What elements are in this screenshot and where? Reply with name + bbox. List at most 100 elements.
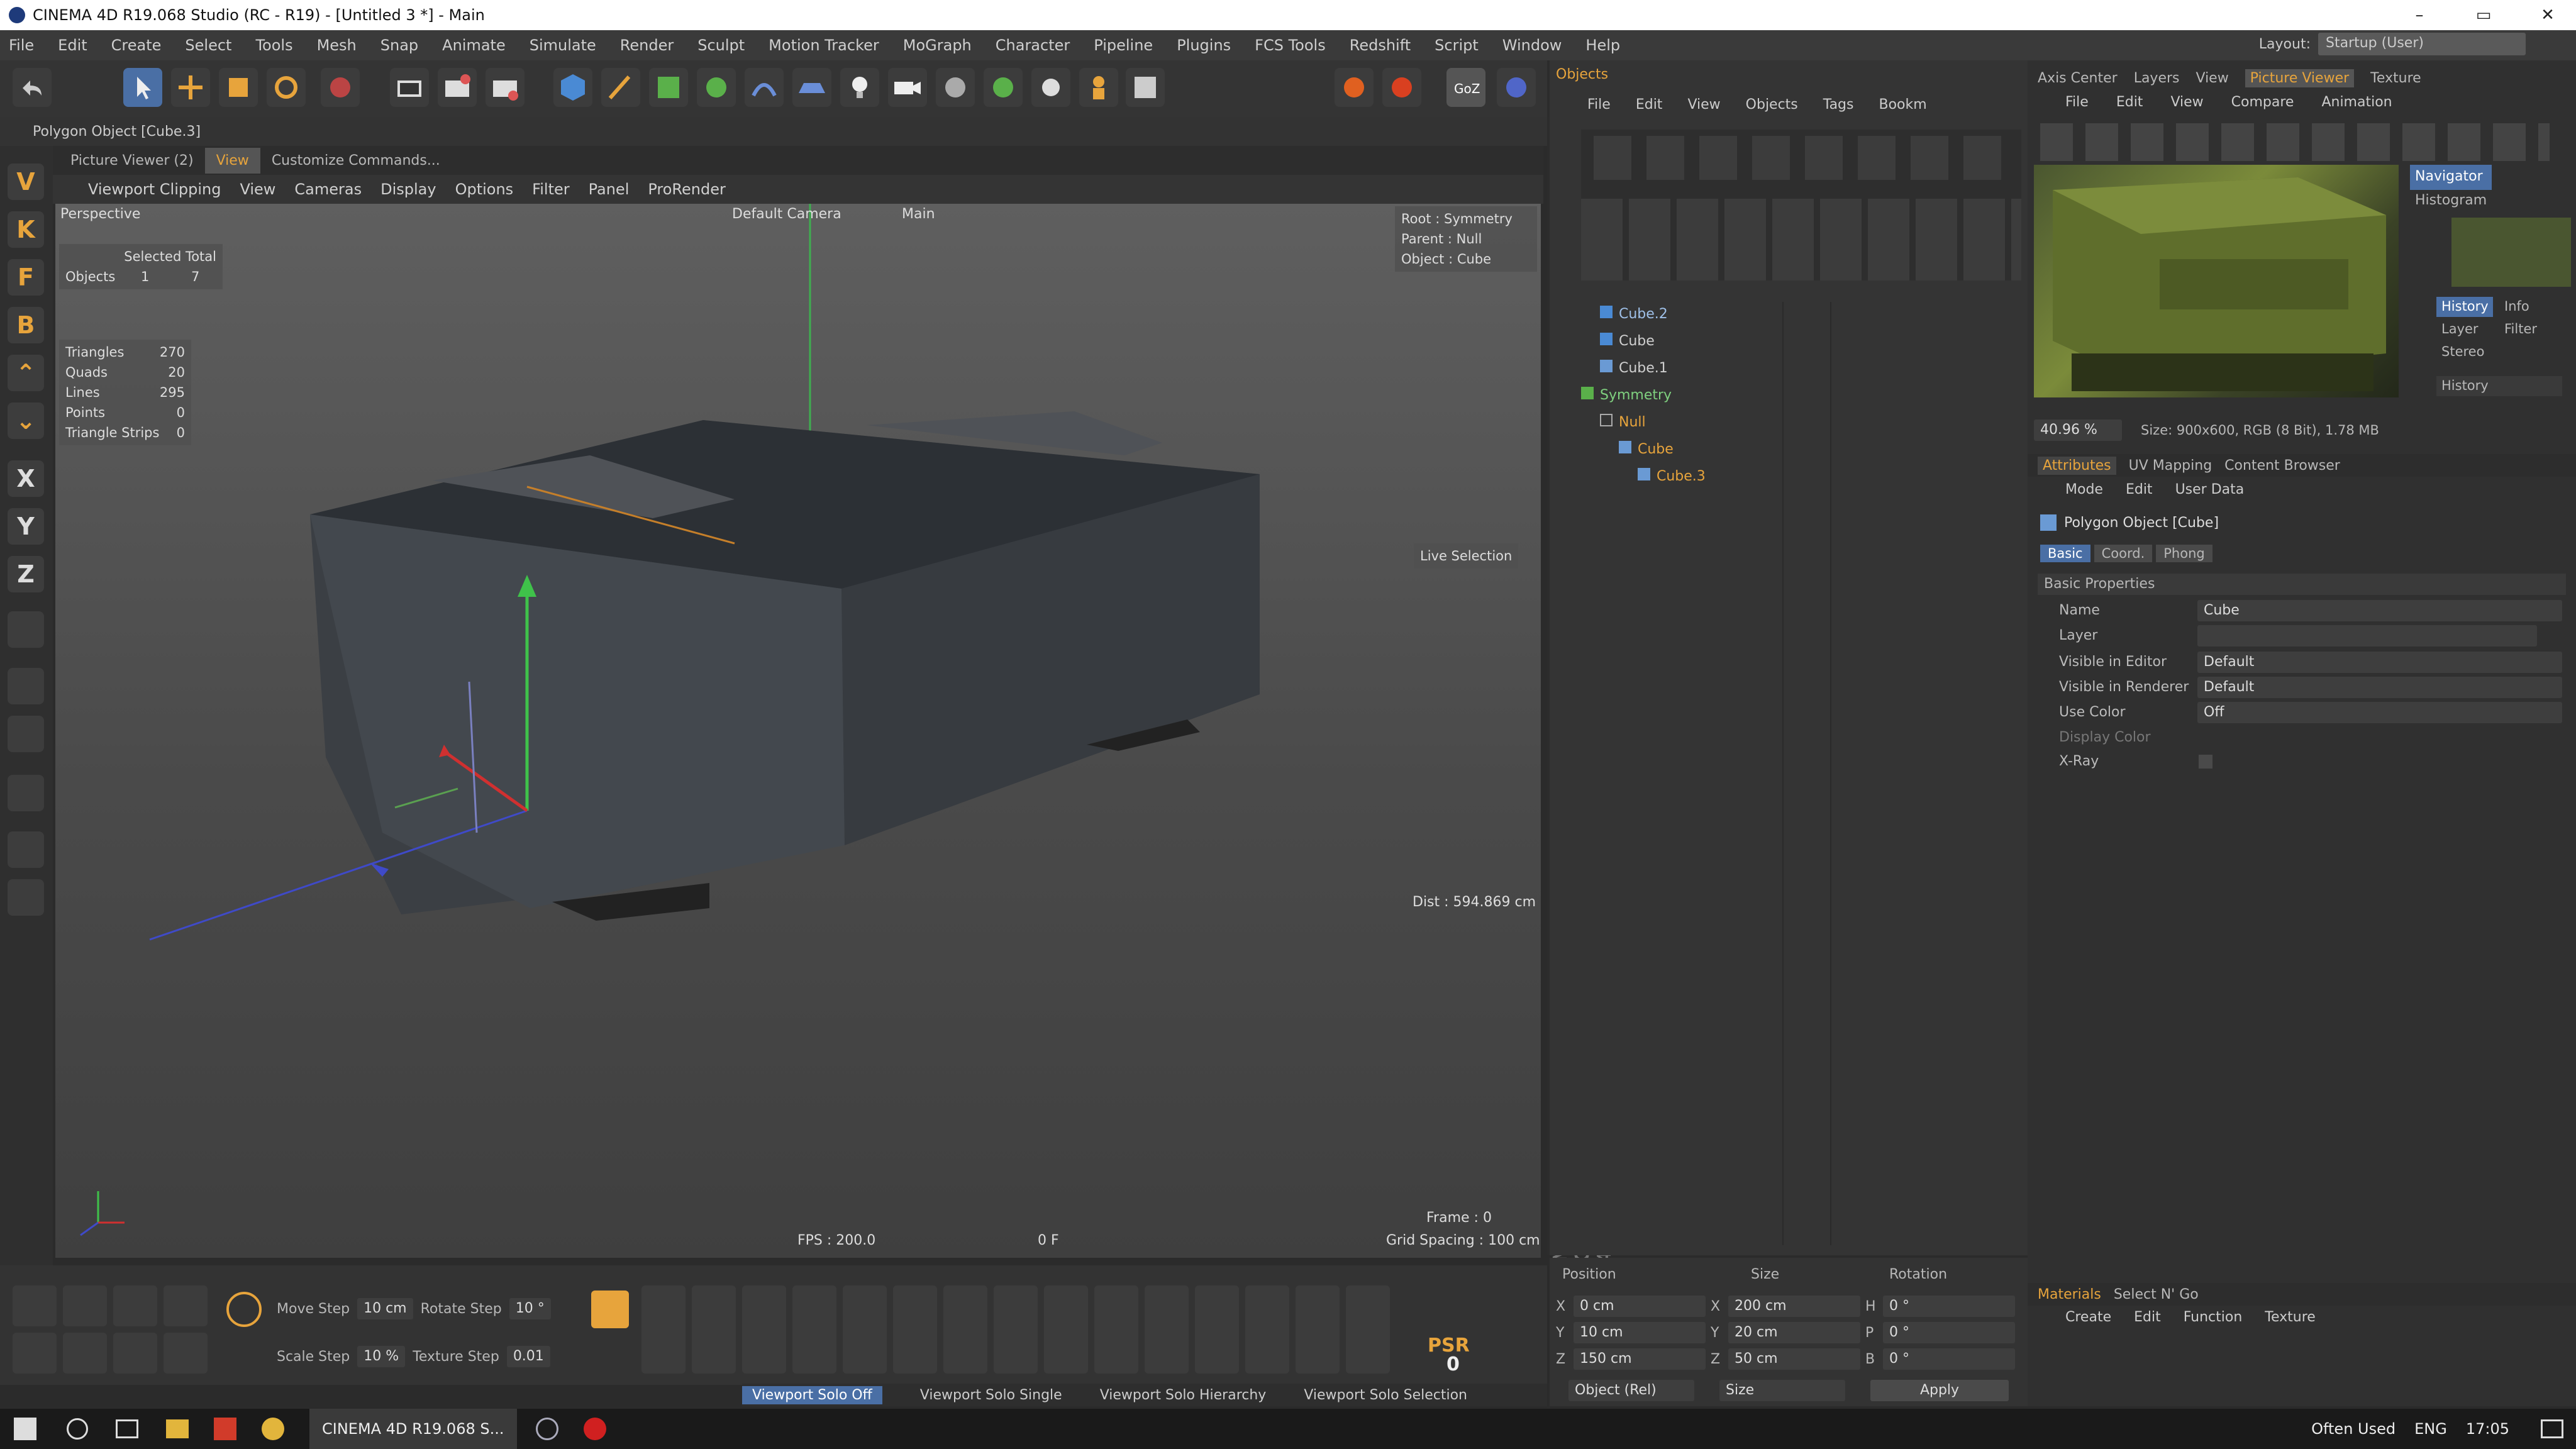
vp-menu-panel[interactable]: Panel [589,180,630,198]
size-y-input[interactable]: 20 cm [1728,1322,1860,1343]
menu-animate[interactable]: Animate [442,36,506,54]
vp-menu-clipping[interactable]: Viewport Clipping [88,180,221,198]
camera-icon[interactable] [888,68,927,107]
viewport-solo-selection-button[interactable]: Viewport Solo Selection [1304,1387,1467,1403]
size-z-input[interactable]: 50 cm [1728,1348,1860,1370]
scale-icon[interactable] [219,68,258,107]
align-icon[interactable] [113,1333,157,1374]
object-row[interactable]: Cube.3 [1638,464,1706,489]
lock-y-icon[interactable]: Y [8,508,44,545]
menu-create[interactable]: Create [111,36,162,54]
cinema4d-taskbar-button[interactable]: CINEMA 4D R19.068 S... [309,1409,517,1449]
filter-tab[interactable]: Filter [2499,319,2550,340]
close-button[interactable]: ✕ [2519,6,2576,25]
atom-icon[interactable] [1497,68,1536,107]
modeling-tool-11-icon[interactable] [1145,1285,1189,1374]
stereo-tab[interactable]: Stereo [2436,342,2493,362]
camera-label[interactable]: Default Camera [732,206,841,222]
menu-pipeline[interactable]: Pipeline [1094,36,1153,54]
plugin-red-icon[interactable] [1382,68,1421,107]
attr-tab-basic[interactable]: Basic [2040,545,2090,562]
move-step-input[interactable]: 10 cm [357,1298,413,1319]
tool-f-icon[interactable]: F [8,259,44,296]
recent-tool-icon[interactable] [321,68,360,107]
polygons-mode-icon[interactable] [8,775,44,811]
object-row[interactable]: Cube [1600,329,1655,354]
3d-viewport[interactable]: Perspective Default Camera Main Selected… [55,204,1541,1258]
mat-menu-edit[interactable]: Edit [2134,1309,2161,1325]
tab-layers[interactable]: Layers [2134,70,2180,86]
mat-menu-create[interactable]: Create [2065,1309,2111,1325]
rotation-p-input[interactable]: 0 ° [1883,1322,2015,1343]
menu-character[interactable]: Character [996,36,1070,54]
object-row[interactable]: Cube.2 [1600,302,1668,327]
menu-mograph[interactable]: MoGraph [903,36,972,54]
menu-tools[interactable]: Tools [255,36,292,54]
mat-menu-texture[interactable]: Texture [2265,1309,2316,1325]
layout-dropdown[interactable]: Startup (User) [2318,33,2526,55]
modeling-tool-6-icon[interactable] [893,1285,937,1374]
layer-input[interactable] [2197,625,2537,647]
objects-panel-title[interactable]: Objects [1550,67,2028,89]
vp-menu-cameras[interactable]: Cameras [294,180,362,198]
language-indicator[interactable]: ENG [2414,1420,2447,1438]
layer-tab[interactable]: Layer [2436,319,2493,340]
pv-menu-animation[interactable]: Animation [2321,94,2392,110]
history-tab[interactable]: History [2436,297,2493,317]
menu-help[interactable]: Help [1585,36,1620,54]
vp-menu-prorender[interactable]: ProRender [648,180,726,198]
picture-viewer-toolbar[interactable] [2040,123,2550,161]
modeling-tool-5-icon[interactable] [843,1285,887,1374]
tab-view-right[interactable]: View [2196,70,2229,86]
undo-icon[interactable] [13,68,52,107]
mat-menu-function[interactable]: Function [2184,1309,2243,1325]
vp-menu-filter[interactable]: Filter [532,180,569,198]
goz-icon[interactable]: GoZ [1446,68,1485,107]
snap-toggle-icon[interactable] [591,1291,629,1328]
info-tab[interactable]: Info [2499,297,2550,317]
tab-content-browser[interactable]: Content Browser [2224,458,2340,474]
menu-plugins[interactable]: Plugins [1177,36,1231,54]
pen-spline-icon[interactable] [601,68,640,107]
tool-b-icon[interactable]: B [8,307,44,343]
subdivision-icon[interactable] [649,68,688,107]
tab-materials[interactable]: Materials [2038,1287,2101,1302]
render-picture-viewer-icon[interactable] [438,68,477,107]
menu-select[interactable]: Select [185,36,231,54]
guide-icon[interactable] [164,1333,208,1374]
visible-renderer-dropdown[interactable]: Default [2197,677,2562,698]
snap-icon[interactable] [13,1285,57,1326]
modeling-tool-10-icon[interactable] [1094,1285,1138,1374]
render-settings-icon[interactable] [486,68,525,107]
object-row[interactable]: Null [1600,410,1646,435]
vp-menu-display[interactable]: Display [380,180,436,198]
axis-icon[interactable] [13,1333,57,1374]
points-mode-icon[interactable] [8,668,44,704]
modeling-tool-8-icon[interactable] [994,1285,1038,1374]
size-x-input[interactable]: 200 cm [1728,1296,1860,1317]
move-icon[interactable] [171,68,210,107]
viewport-solo-off-button[interactable]: Viewport Solo Off [742,1385,882,1404]
menu-script[interactable]: Script [1435,36,1479,54]
modeling-tool-7-icon[interactable] [943,1285,987,1374]
tab-uv-mapping[interactable]: UV Mapping [2129,458,2212,474]
tab-attributes[interactable]: Attributes [2038,456,2116,475]
vp-menu-options[interactable]: Options [455,180,514,198]
attr-menu-mode[interactable]: Mode [2065,482,2103,497]
pv-menu-file[interactable]: File [2065,94,2089,110]
visible-editor-dropdown[interactable]: Default [2197,652,2562,673]
workplane-icon[interactable] [113,1285,157,1326]
edges-mode-icon[interactable] [8,716,44,752]
histogram-tab[interactable]: Histogram [2410,190,2492,213]
search-icon[interactable] [67,1418,88,1440]
app-icon[interactable] [535,1418,558,1440]
tool-v-icon[interactable]: V [8,164,44,200]
tool-k-icon[interactable]: K [8,211,44,248]
quantize-icon[interactable] [164,1285,208,1326]
position-z-input[interactable]: 150 cm [1574,1348,1706,1370]
modeling-tool-13-icon[interactable] [1245,1285,1289,1374]
render-view-icon[interactable] [390,68,429,107]
menu-redshift[interactable]: Redshift [1350,36,1411,54]
office-icon[interactable] [214,1418,236,1440]
often-used-label[interactable]: Often Used [2311,1420,2396,1438]
